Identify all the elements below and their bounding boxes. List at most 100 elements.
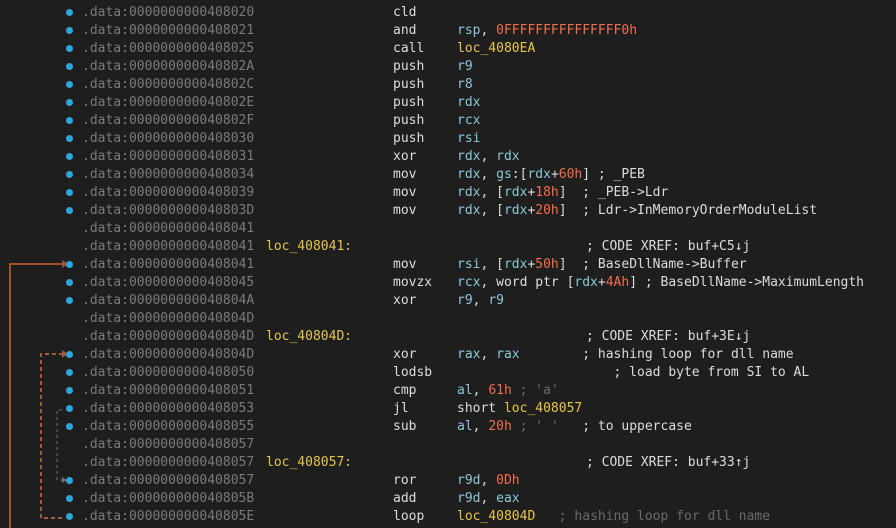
operand-token: rsi (457, 131, 481, 146)
address: .data:000000000040804D (82, 311, 255, 326)
listing-row[interactable]: .data:0000000000408031 xor rdx, rdx (0, 148, 896, 166)
listing-row[interactable]: .data:0000000000408050 lodsb ; load byte … (0, 364, 896, 382)
operand-token: , [ (480, 185, 504, 200)
listing-row[interactable]: .data:0000000000408045 movzx rcx, word ptr… (0, 274, 896, 292)
breakpoint-dot-icon[interactable] (66, 9, 73, 16)
operand-token: , (480, 167, 497, 182)
breakpoint-dot-icon[interactable] (66, 135, 73, 142)
listing-row[interactable]: .data:000000000040802A push r9 (0, 58, 896, 76)
mnemonic: loop (393, 509, 425, 524)
operands: ; load byte from SI to AL (457, 364, 810, 382)
address: .data:0000000000408057 (82, 473, 255, 488)
breakpoint-dot-icon[interactable] (66, 63, 73, 70)
breakpoint-dot-icon[interactable] (66, 27, 73, 34)
listing-row[interactable]: .data:000000000040802E push rdx (0, 94, 896, 112)
breakpoint-dot-icon[interactable] (66, 261, 73, 268)
listing-row[interactable]: .data:0000000000408041 loc_408041: ; CODE … (0, 238, 896, 256)
symbol-link[interactable]: loc_4080EA (457, 41, 535, 56)
listing-row[interactable]: .data:0000000000408055 sub al, 20h ; ' ' ;… (0, 418, 896, 436)
listing-row[interactable]: .data:000000000040805E loop loc_40804D ; h… (0, 508, 896, 526)
listing-row[interactable]: .data:0000000000408041 (0, 220, 896, 238)
address: .data:0000000000408055 (82, 419, 255, 434)
breakpoint-dot-icon[interactable] (66, 153, 73, 160)
breakpoint-dot-icon[interactable] (66, 297, 73, 304)
breakpoint-dot-icon[interactable] (66, 495, 73, 502)
operand-token: ] ; BaseDllName->MaximumLength (629, 275, 865, 290)
breakpoint-dot-icon[interactable] (66, 171, 73, 178)
breakpoint-dot-icon[interactable] (66, 405, 73, 412)
operand-token: ] ; Ldr->InMemoryOrderModuleList (558, 203, 818, 218)
listing-row[interactable]: .data:000000000040804D xor rax, rax ; hash… (0, 346, 896, 364)
symbol-link[interactable]: loc_408057 (504, 401, 582, 416)
operand-token: r9d (457, 491, 481, 506)
operand-token: 0FFFFFFFFFFFFFFF0h (496, 23, 638, 38)
address: .data:0000000000408057 (82, 437, 255, 452)
operand-token: 4Ah (605, 275, 630, 290)
operand-token: r9 (457, 59, 473, 74)
breakpoint-dot-icon[interactable] (66, 423, 73, 430)
listing-row[interactable]: .data:0000000000408034 mov rdx, gs:[rdx+60… (0, 166, 896, 184)
code-label[interactable]: loc_408057: (266, 454, 352, 472)
operand-token: rsi (457, 257, 481, 272)
operand-token: rax (457, 347, 481, 362)
breakpoint-dot-icon[interactable] (66, 351, 73, 358)
xref-comment[interactable]: ; CODE XREF: buf+C5↓j (586, 238, 750, 256)
listing-row[interactable]: .data:0000000000408030 push rsi (0, 130, 896, 148)
listing-row[interactable]: .data:0000000000408020 cld (0, 4, 896, 22)
address: .data:0000000000408039 (82, 185, 255, 200)
breakpoint-dot-icon[interactable] (66, 99, 73, 106)
listing-row[interactable]: .data:0000000000408057 loc_408057: ; CODE … (0, 454, 896, 472)
breakpoint-dot-icon[interactable] (66, 369, 73, 376)
operand-token: , (472, 419, 489, 434)
breakpoint-dot-icon[interactable] (66, 81, 73, 88)
operand-token: rdx (457, 167, 481, 182)
listing-row[interactable]: .data:0000000000408057 ror r9d, 0Dh (0, 472, 896, 490)
listing-row[interactable]: .data:0000000000408021 and rsp, 0FFFFFFFFF… (0, 22, 896, 40)
operands: r9d, 0Dh (457, 472, 520, 490)
address: .data:0000000000408025 (82, 41, 255, 56)
listing-row[interactable]: .data:0000000000408053 jl short loc_408057 (0, 400, 896, 418)
address: .data:0000000000408057 (82, 455, 255, 470)
breakpoint-dot-icon[interactable] (66, 477, 73, 484)
symbol-link[interactable]: loc_40804D (457, 509, 535, 524)
operands: al, 20h ; ' ' ; to uppercase (457, 418, 692, 436)
listing-row[interactable]: .data:000000000040802F push rcx (0, 112, 896, 130)
listing-row[interactable]: .data:000000000040802C push r8 (0, 76, 896, 94)
listing-row[interactable]: .data:000000000040804D (0, 310, 896, 328)
operand-token: rdx (457, 203, 481, 218)
mnemonic: cmp (393, 383, 417, 398)
breakpoint-dot-icon[interactable] (66, 45, 73, 52)
xref-comment[interactable]: ; CODE XREF: buf+3E↓j (586, 328, 750, 346)
listing-row[interactable]: .data:000000000040805B add r9d, eax (0, 490, 896, 508)
operands: rcx, word ptr [rdx+4Ah] ; BaseDllName->M… (457, 274, 864, 292)
listing-row[interactable]: .data:000000000040804D loc_40804D: ; CODE … (0, 328, 896, 346)
listing-row[interactable]: .data:0000000000408057 (0, 436, 896, 454)
breakpoint-dot-icon[interactable] (66, 387, 73, 394)
breakpoint-dot-icon[interactable] (66, 117, 73, 124)
breakpoint-dot-icon[interactable] (66, 279, 73, 286)
operands: r9, r9 (457, 292, 504, 310)
code-label[interactable]: loc_40804D: (266, 328, 352, 346)
code-label[interactable]: loc_408041: (266, 238, 352, 256)
address: .data:0000000000408021 (82, 23, 255, 38)
xref-comment[interactable]: ; CODE XREF: buf+33↑j (586, 454, 750, 472)
operand-token: rdx (503, 203, 528, 218)
operand-token: short (457, 401, 504, 416)
address: .data:0000000000408041 (82, 239, 255, 254)
address: .data:0000000000408041 (82, 221, 255, 236)
operand-token: ; ' ' (511, 419, 559, 434)
listing-row[interactable]: .data:0000000000408051 cmp al, 61h ; 'a' (0, 382, 896, 400)
breakpoint-dot-icon[interactable] (66, 207, 73, 214)
operand-token: 0Dh (496, 473, 520, 488)
breakpoint-dot-icon[interactable] (66, 513, 73, 520)
listing-row[interactable]: .data:0000000000408039 mov rdx, [rdx+18h] … (0, 184, 896, 202)
listing-row[interactable]: .data:0000000000408025 call loc_4080EA (0, 40, 896, 58)
mnemonic: and (393, 23, 417, 38)
address: .data:000000000040805E (82, 509, 255, 524)
breakpoint-dot-icon[interactable] (66, 189, 73, 196)
listing-row[interactable]: .data:000000000040803D mov rdx, [rdx+20h] … (0, 202, 896, 220)
listing-row[interactable]: .data:000000000040804A xor r9, r9 (0, 292, 896, 310)
listing-row[interactable]: .data:0000000000408041 mov rsi, [rdx+50h] … (0, 256, 896, 274)
operands: loc_40804D ; hashing loop for dll name (457, 508, 770, 526)
address: .data:000000000040805B (82, 491, 255, 506)
